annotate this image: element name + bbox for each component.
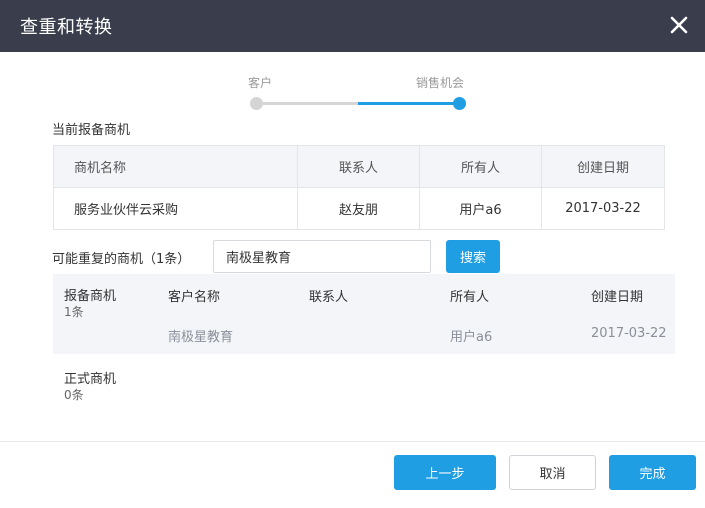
search-button[interactable]: 搜索 [446, 240, 500, 273]
dialog-titlebar: 查重和转换 [0, 0, 705, 52]
footer-divider [0, 441, 705, 442]
dup-header-created-date: 创建日期 [591, 290, 644, 305]
step-label-customer: 客户 [248, 76, 273, 90]
duplicate-opportunity-label: 可能重复的商机（1条） [52, 252, 191, 267]
step-line-active [358, 102, 460, 105]
cell-contact: 赵友朋 [297, 187, 420, 230]
step-dot-sales-opportunity [453, 97, 466, 110]
search-input[interactable] [213, 240, 431, 273]
column-header-created-date: 创建日期 [541, 145, 665, 188]
column-header-opportunity-name: 商机名称 [53, 145, 298, 188]
dup-cell-customer-name[interactable]: 南极星教育 [168, 326, 233, 345]
dup-header-customer-name: 客户名称 [168, 290, 221, 305]
dup-cell-owner: 用户a6 [450, 330, 493, 345]
previous-step-button[interactable]: 上一步 [394, 455, 496, 490]
duplicate-results-panel [53, 274, 675, 354]
dup-header-contact: 联系人 [309, 290, 349, 305]
column-header-owner: 所有人 [419, 145, 542, 188]
current-opportunity-table: 商机名称 联系人 所有人 创建日期 服务业伙伴云采购 赵友朋 用户a6 2017… [53, 145, 665, 230]
cell-opportunity-name: 服务业伙伴云采购 [53, 187, 298, 230]
table-header-row: 商机名称 联系人 所有人 创建日期 [53, 145, 665, 188]
cancel-button[interactable]: 取消 [509, 455, 596, 490]
table-row: 服务业伙伴云采购 赵友朋 用户a6 2017-03-22 [53, 187, 665, 230]
step-dot-customer [250, 97, 263, 110]
dialog-title: 查重和转换 [20, 17, 113, 38]
group-title-reported: 报备商机 [64, 289, 117, 304]
step-label-sales-opportunity: 销售机会 [416, 76, 465, 90]
dup-cell-created-date: 2017-03-22 [591, 326, 667, 341]
step-line-done [256, 102, 358, 105]
cell-created-date: 2017-03-22 [541, 187, 665, 230]
close-icon-glyph [670, 16, 688, 34]
column-header-contact: 联系人 [297, 145, 420, 188]
group-title-formal: 正式商机 [64, 372, 117, 387]
close-icon[interactable] [667, 13, 691, 37]
group-count-formal: 0条 [64, 388, 84, 402]
progress-stepper: 客户 销售机会 [248, 74, 472, 114]
finish-button[interactable]: 完成 [609, 455, 696, 490]
current-opportunity-label: 当前报备商机 [52, 123, 131, 138]
cell-owner: 用户a6 [419, 187, 542, 230]
dup-header-owner: 所有人 [450, 290, 490, 305]
group-count-reported: 1条 [64, 305, 84, 319]
